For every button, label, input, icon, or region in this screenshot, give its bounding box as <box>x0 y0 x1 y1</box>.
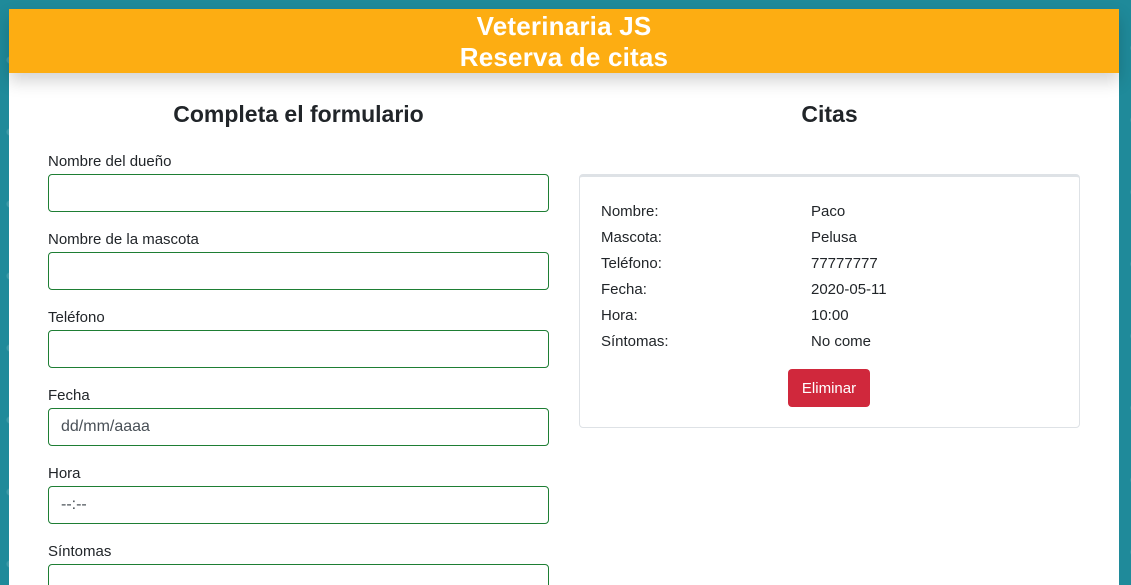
page-header: Veterinaria JS Reserva de citas <box>9 9 1119 73</box>
appointment-value: 10:00 <box>811 307 849 324</box>
symptoms-label: Síntomas <box>48 543 112 560</box>
appointment-key: Mascota: <box>601 229 662 246</box>
owner-name-input[interactable] <box>48 174 549 212</box>
appointment-value: 77777777 <box>811 255 878 272</box>
phone-input[interactable] <box>48 330 549 368</box>
appointment-row-pet: Mascota: Pelusa <box>601 229 1061 247</box>
appointment-key: Nombre: <box>601 203 659 220</box>
pet-name-input[interactable] <box>48 252 549 290</box>
date-label: Fecha <box>48 387 90 404</box>
symptoms-input[interactable] <box>48 564 549 585</box>
appointment-row-phone: Teléfono: 77777777 <box>601 255 1061 273</box>
main-container: Completa el formulario Nombre del dueño … <box>9 73 1119 585</box>
appointment-key: Síntomas: <box>601 333 669 350</box>
appointment-row-time: Hora: 10:00 <box>601 307 1061 325</box>
background-pattern-right <box>1119 0 1131 585</box>
form-heading: Completa el formulario <box>173 101 424 127</box>
phone-label: Teléfono <box>48 309 105 326</box>
delete-appointment-button[interactable]: Eliminar <box>788 369 870 407</box>
appointment-value: No come <box>811 333 872 350</box>
date-input[interactable] <box>48 408 549 446</box>
appointment-value: Paco <box>811 203 846 220</box>
appointment-value: 2020-05-11 <box>811 281 887 298</box>
appointment-card: Nombre: Paco Mascota: Pelusa Teléfono: 7… <box>579 174 1080 428</box>
app-title: Veterinaria JS <box>476 11 652 41</box>
appointment-row-owner: Nombre: Paco <box>601 203 1061 221</box>
appointment-key: Hora: <box>601 307 638 324</box>
appointment-row-date: Fecha: 2020-05-11 <box>601 281 1061 299</box>
appointments-heading: Citas <box>801 101 858 127</box>
background-pattern-left <box>0 0 9 585</box>
appointment-value: Pelusa <box>811 229 857 246</box>
appointment-key: Teléfono: <box>601 255 662 272</box>
app-subtitle: Reserva de citas <box>459 42 669 72</box>
pet-name-label: Nombre de la mascota <box>48 231 199 248</box>
time-label: Hora <box>48 465 81 482</box>
appointment-row-symptoms: Síntomas: No come <box>601 333 1061 351</box>
owner-name-label: Nombre del dueño <box>48 153 172 170</box>
time-input[interactable] <box>48 486 549 524</box>
appointment-key: Fecha: <box>601 281 647 298</box>
